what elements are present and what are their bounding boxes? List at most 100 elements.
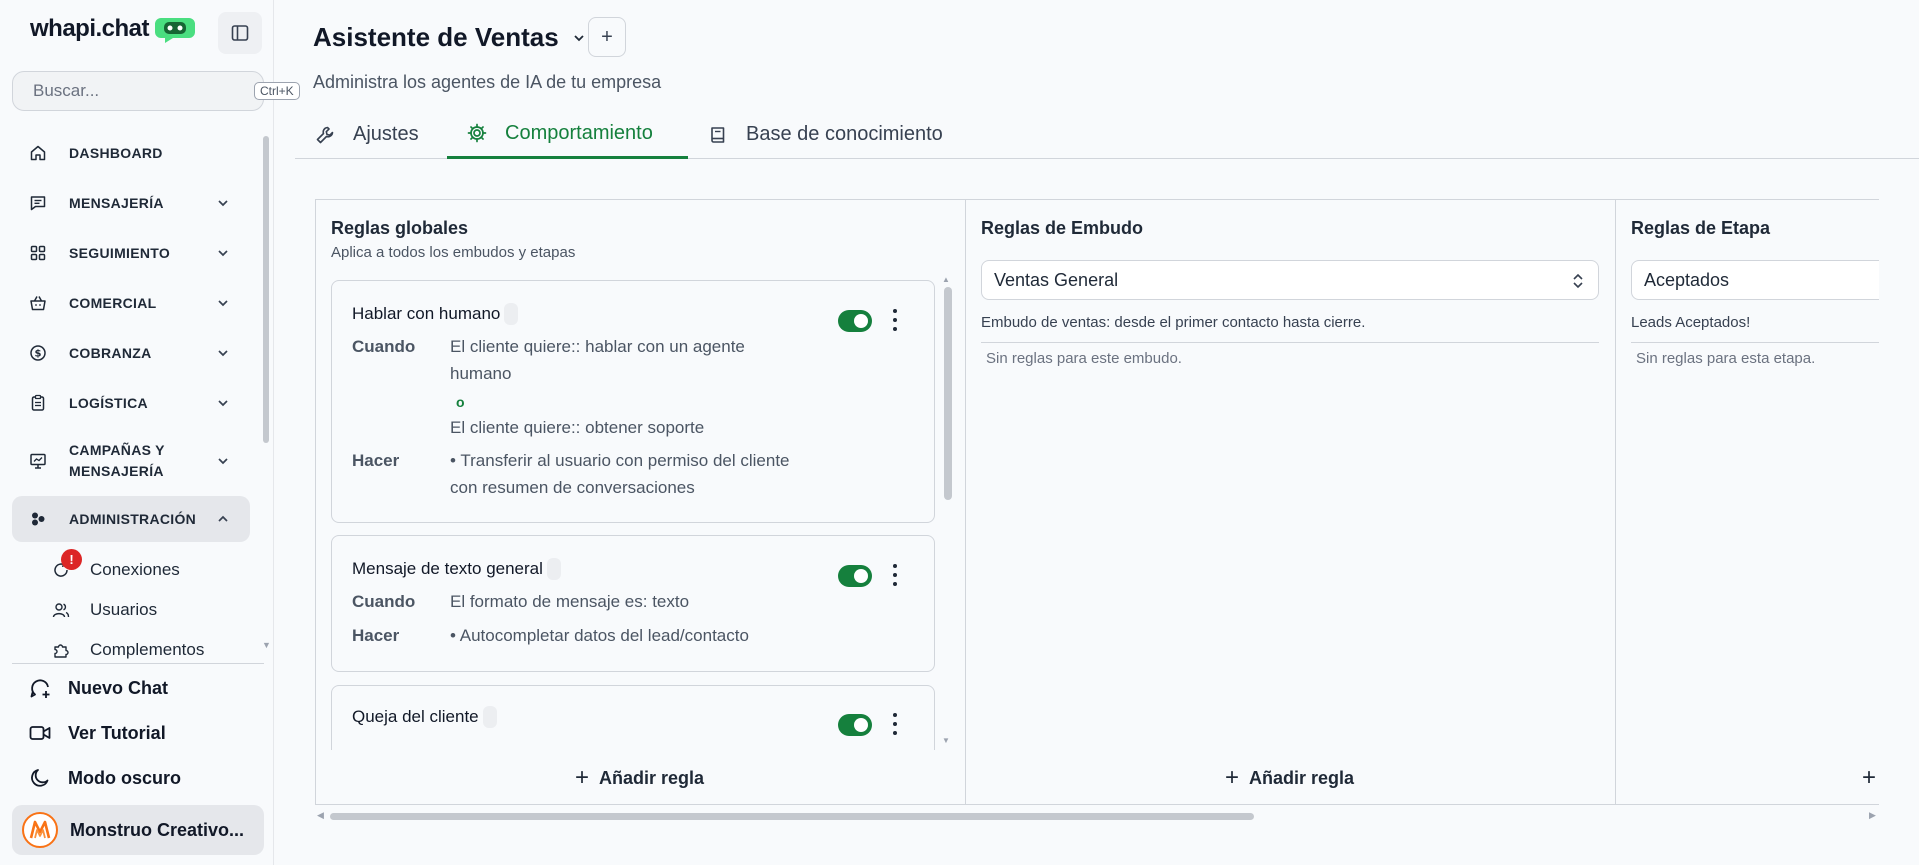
stage-rules-column: Reglas de Etapa Aceptados Leads Aceptado… <box>1616 200 1879 804</box>
tab-ajustes[interactable]: Ajustes <box>295 110 439 159</box>
column-title: Reglas de Etapa <box>1631 218 1771 238</box>
sidebar-item-label: COBRANZA <box>69 344 152 361</box>
when-condition: El cliente quiere:: hablar con un agente… <box>450 337 745 383</box>
collapse-sidebar-button[interactable] <box>218 12 262 54</box>
when-condition: El cliente quiere:: obtener soporte <box>450 418 705 437</box>
sidebar-divider <box>12 663 264 664</box>
rule-name: Queja del cliente <box>352 706 497 728</box>
dark-mode-toggle[interactable]: Modo oscuro <box>28 766 181 790</box>
sidebar-item-dashboard[interactable]: DASHBOARD <box>12 128 250 178</box>
column-subtitle: Aplica a todos los embudos y etapas <box>331 244 576 261</box>
sidebar-item-comercial[interactable]: COMERCIAL <box>12 278 250 328</box>
puzzle-icon <box>54 644 69 658</box>
dark-mode-label: Modo oscuro <box>68 767 181 788</box>
user-name: Monstruo Creativo... <box>70 819 245 840</box>
funnel-rules-column: Reglas de Embudo Ventas General Embudo d… <box>966 200 1616 804</box>
sidebar-scrollbar[interactable] <box>263 136 269 443</box>
sidebar-item-cobranza[interactable]: $ COBRANZA <box>12 328 250 378</box>
rule-tag <box>546 558 561 580</box>
chevron-down-icon <box>218 400 228 407</box>
book-icon <box>711 126 725 143</box>
chevron-down-icon <box>218 250 228 257</box>
scroll-right-arrow-icon[interactable]: ▶ <box>1869 810 1876 821</box>
stage-select[interactable]: Aceptados <box>1631 260 1879 300</box>
clipboard-icon <box>28 393 48 413</box>
rule-toggle[interactable] <box>838 565 872 587</box>
divider <box>1631 342 1879 343</box>
gear-icon <box>467 123 487 143</box>
agent-selector[interactable]: Asistente de Ventas <box>313 22 587 53</box>
chevron-down-icon <box>218 458 228 465</box>
admin-icon <box>28 509 48 529</box>
tab-base-conocimiento[interactable]: Base de conocimiento <box>688 110 963 159</box>
sidebar-item-campanas[interactable]: CAMPAÑAS Y MENSAJERÍA <box>12 428 250 494</box>
when-label: Cuando <box>352 592 416 611</box>
tutorial-button[interactable]: Ver Tutorial <box>28 721 166 745</box>
tutorial-label: Ver Tutorial <box>68 722 166 743</box>
avatar <box>22 812 58 848</box>
brand-m-icon <box>29 820 51 839</box>
more-options-icon[interactable] <box>892 564 898 586</box>
logo[interactable]: whapi.chat <box>30 14 197 44</box>
funnel-select[interactable]: Ventas General <box>981 260 1599 300</box>
rule-card[interactable]: Queja del cliente <box>331 685 935 750</box>
add-agent-button[interactable]: + <box>588 17 626 57</box>
moon-icon <box>31 769 49 787</box>
rule-tag <box>504 303 519 325</box>
basket-icon <box>28 293 48 313</box>
search-box[interactable]: Ctrl+K <box>12 71 300 111</box>
more-options-icon[interactable] <box>892 309 898 331</box>
sidebar-item-administracion[interactable]: ADMINISTRACIÓN <box>12 496 250 542</box>
grid-icon <box>28 243 48 263</box>
robot-logo-icon <box>155 18 196 43</box>
column-title: Reglas de Embudo <box>981 218 1144 238</box>
message-icon <box>28 193 48 213</box>
add-stage-rule-button[interactable]: + <box>1862 764 1879 792</box>
do-action: • Transferir al usuario con permiso del … <box>450 451 790 497</box>
stage-description: Leads Aceptados! <box>1631 314 1751 331</box>
sidebar-item-seguimiento[interactable]: SEGUIMIENTO <box>12 228 250 278</box>
rule-name: Mensaje de texto general <box>352 558 561 580</box>
sidebar-item-label: COMERCIAL <box>69 294 157 311</box>
dollar-icon: $ <box>28 343 48 363</box>
new-chat-button[interactable]: Nuevo Chat <box>28 676 168 700</box>
presentation-icon <box>28 451 48 471</box>
search-input[interactable] <box>33 81 254 101</box>
scroll-left-arrow-icon[interactable]: ◀ <box>317 810 324 821</box>
user-menu[interactable]: Monstruo Creativo... <box>12 805 264 855</box>
board-horizontal-scrollbar[interactable] <box>330 813 1254 820</box>
funnel-select-value: Ventas General <box>994 269 1119 290</box>
when-condition: El formato de mensaje es: texto <box>450 592 690 611</box>
rule-toggle[interactable] <box>838 714 872 736</box>
plus-icon: + <box>1862 764 1877 791</box>
funnel-description: Embudo de ventas: desde el primer contac… <box>981 314 1366 331</box>
tab-label: Ajustes <box>353 123 419 145</box>
do-action: • Autocompletar datos del lead/contacto <box>450 626 749 645</box>
rule-card[interactable]: Hablar con humano Cuando El cliente quie… <box>331 280 935 523</box>
sidebar-subitem-complementos[interactable]: Complementos <box>12 630 250 670</box>
sidebar-item-label: CAMPAÑAS Y MENSAJERÍA <box>69 442 165 479</box>
sidebar-subitem-conexiones[interactable]: ! Conexiones <box>12 549 250 590</box>
rule-toggle[interactable] <box>838 310 872 332</box>
add-funnel-rule-button[interactable]: + Añadir regla <box>1225 764 1354 792</box>
add-global-rule-button[interactable]: + Añadir regla <box>575 764 704 792</box>
rules-board: Reglas globales Aplica a todos los embud… <box>315 199 1879 805</box>
sidebar-item-mensajeria[interactable]: MENSAJERÍA <box>12 178 250 228</box>
rule-card[interactable]: Mensaje de texto general Cuando El forma… <box>331 535 935 672</box>
page-subtitle: Administra los agentes de IA de tu empre… <box>313 72 662 92</box>
more-options-icon[interactable] <box>892 713 898 735</box>
svg-text:$: $ <box>35 349 42 360</box>
tab-comportamiento[interactable]: Comportamiento <box>447 110 688 159</box>
plus-icon: + <box>1225 764 1240 791</box>
logo-text: whapi.chat <box>30 15 150 42</box>
scroll-down-arrow-icon[interactable]: ▼ <box>262 640 271 650</box>
sidebar-item-logistica[interactable]: LOGÍSTICA <box>12 378 250 428</box>
rules-list: Hablar con humano Cuando El cliente quie… <box>316 280 956 750</box>
users-icon <box>52 603 70 618</box>
do-label: Hacer <box>352 451 400 470</box>
chevron-up-down-icon <box>1573 273 1583 289</box>
new-chat-label: Nuevo Chat <box>68 677 169 698</box>
sidebar-item-label: LOGÍSTICA <box>69 394 148 411</box>
sidebar-subitem-label: Conexiones <box>90 560 180 579</box>
sidebar-subitem-usuarios[interactable]: Usuarios <box>12 590 250 630</box>
